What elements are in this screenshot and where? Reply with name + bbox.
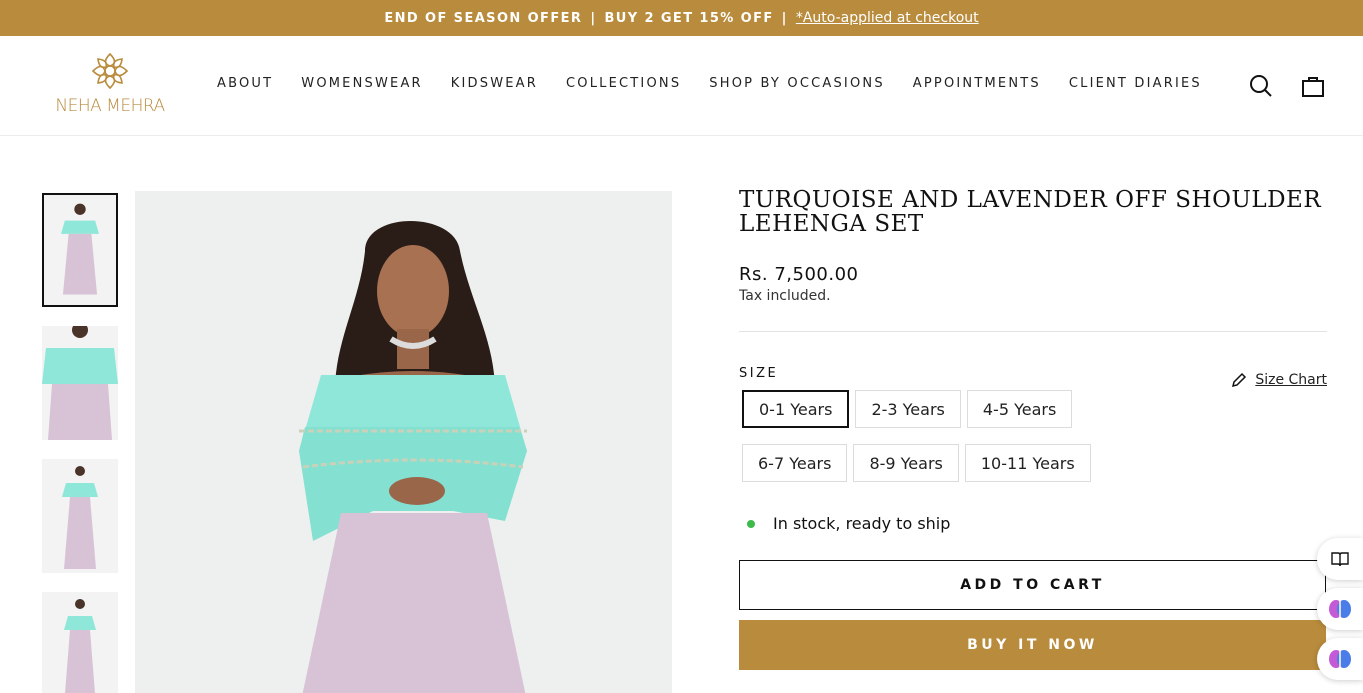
product-thumbnail-image: [42, 326, 118, 440]
deal-text: BUY 2 GET 15% OFF: [604, 10, 774, 26]
product-thumbnail-image: [42, 592, 118, 693]
stock-status: In stock, ready to ship: [747, 514, 1327, 533]
lotus-logo-icon: [91, 52, 129, 90]
add-to-cart-button[interactable]: ADD TO CART: [739, 560, 1326, 610]
nav-womenswear[interactable]: WOMENSWEAR: [287, 76, 437, 91]
offer-text: END OF SEASON OFFER: [384, 10, 583, 26]
size-chart-label: Size Chart: [1255, 372, 1327, 388]
ai-assistant-widget[interactable]: [1317, 588, 1363, 630]
tax-note: Tax included.: [739, 288, 831, 304]
nav-appointments[interactable]: APPOINTMENTS: [899, 76, 1055, 91]
catalog-widget[interactable]: [1317, 538, 1363, 580]
thumbnail-1[interactable]: [42, 193, 118, 307]
separator: |: [781, 10, 788, 26]
size-option-10-11-years[interactable]: 10-11 Years: [964, 444, 1091, 482]
nav-about[interactable]: ABOUT: [203, 76, 287, 91]
product-photo: [135, 191, 672, 693]
size-label: SIZE: [739, 365, 779, 381]
brain-icon: [1329, 650, 1351, 668]
site-header: NEHA MEHRA ABOUT WOMENSWEAR KIDSWEAR COL…: [0, 36, 1363, 136]
size-option-0-1-years[interactable]: 0-1 Years: [742, 390, 850, 428]
bag-icon[interactable]: [1301, 74, 1325, 98]
nav-shop-by-occasions[interactable]: SHOP BY OCCASIONS: [695, 76, 899, 91]
thumbnail-2[interactable]: [42, 326, 118, 440]
pencil-icon: [1232, 372, 1247, 388]
separator: |: [590, 10, 597, 26]
header-icons: [1249, 74, 1325, 98]
nav-client-diaries[interactable]: CLIENT DIARIES: [1055, 76, 1216, 91]
buy-now-button[interactable]: BUY IT NOW: [739, 620, 1326, 670]
size-options: 0-1 Years 2-3 Years 4-5 Years 6-7 Years …: [742, 390, 1182, 498]
product-thumbnail-image: [42, 459, 118, 573]
size-option-2-3-years[interactable]: 2-3 Years: [855, 390, 961, 428]
thumbnail-4[interactable]: [42, 592, 118, 693]
size-option-8-9-years[interactable]: 8-9 Years: [853, 444, 959, 482]
size-chart-link[interactable]: Size Chart: [1231, 372, 1327, 388]
ai-assistant-widget-2[interactable]: [1317, 638, 1363, 680]
nav-kidswear[interactable]: KIDSWEAR: [437, 76, 552, 91]
product-price: Rs. 7,500.00: [739, 264, 859, 285]
in-stock-dot-icon: [747, 519, 755, 528]
product-title: TURQUOISE AND LAVENDER OFF SHOULDER LEHE…: [739, 187, 1322, 237]
size-option-4-5-years[interactable]: 4-5 Years: [966, 390, 1073, 428]
product-info: TURQUOISE AND LAVENDER OFF SHOULDER LEHE…: [739, 188, 1327, 670]
brand-logo[interactable]: NEHA MEHRA: [50, 52, 170, 116]
thumbnail-gallery: [42, 193, 118, 693]
checkout-offer-link[interactable]: *Auto-applied at checkout: [796, 10, 979, 26]
search-icon[interactable]: [1249, 74, 1273, 98]
announcement-bar: END OF SEASON OFFER | BUY 2 GET 15% OFF …: [0, 0, 1363, 36]
main-product-image[interactable]: [135, 191, 672, 693]
main-nav: ABOUT WOMENSWEAR KIDSWEAR COLLECTIONS SH…: [203, 76, 1216, 91]
size-header: SIZE Size Chart: [739, 358, 1327, 389]
side-widgets: [1317, 538, 1363, 688]
open-book-icon: [1331, 552, 1349, 567]
brain-icon: [1329, 600, 1351, 618]
product-thumbnail-image: [44, 196, 116, 304]
nav-collections[interactable]: COLLECTIONS: [552, 76, 695, 91]
thumbnail-3[interactable]: [42, 459, 118, 573]
brand-name: NEHA MEHRA: [55, 96, 165, 116]
size-option-6-7-years[interactable]: 6-7 Years: [742, 444, 848, 482]
stock-text: In stock, ready to ship: [773, 514, 951, 533]
divider: [739, 331, 1327, 332]
